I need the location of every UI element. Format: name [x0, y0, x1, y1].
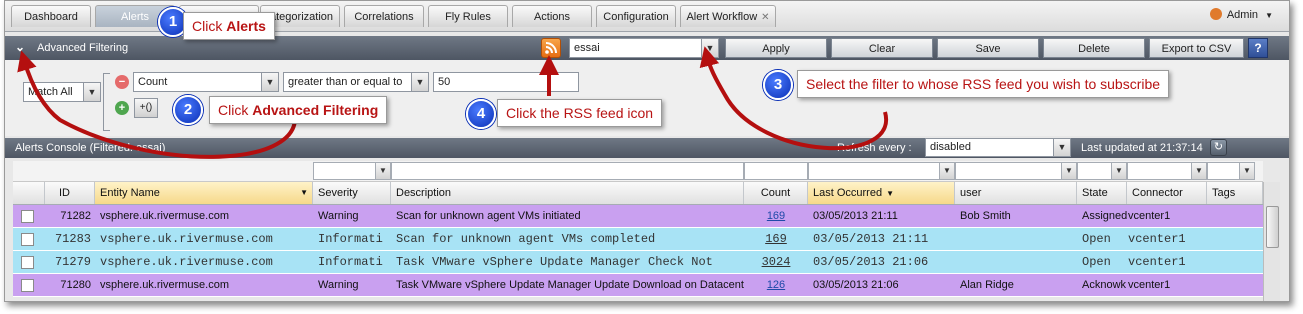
callout-1-text: Click: [192, 18, 227, 34]
callout-3-text: Select the filter to whose RSS feed you …: [806, 76, 1161, 92]
callout-2-text: Click: [218, 102, 253, 118]
callout-2: Click Advanced Filtering: [209, 96, 388, 124]
annotation-arrows: [17, 46, 889, 159]
callout-1: Click Alerts: [183, 12, 275, 40]
callout-badge-3: 3: [763, 70, 793, 100]
callout-3: Select the filter to whose RSS feed you …: [797, 70, 1170, 98]
callout-1-bold: Alerts: [226, 18, 266, 34]
callout-4-text: Click the RSS feed icon: [506, 105, 654, 121]
callout-badge-2: 2: [173, 95, 203, 125]
callout-2-bold: Advanced Filtering: [252, 102, 379, 118]
callout-4: Click the RSS feed icon: [497, 99, 663, 127]
callout-badge-4: 4: [466, 99, 496, 129]
